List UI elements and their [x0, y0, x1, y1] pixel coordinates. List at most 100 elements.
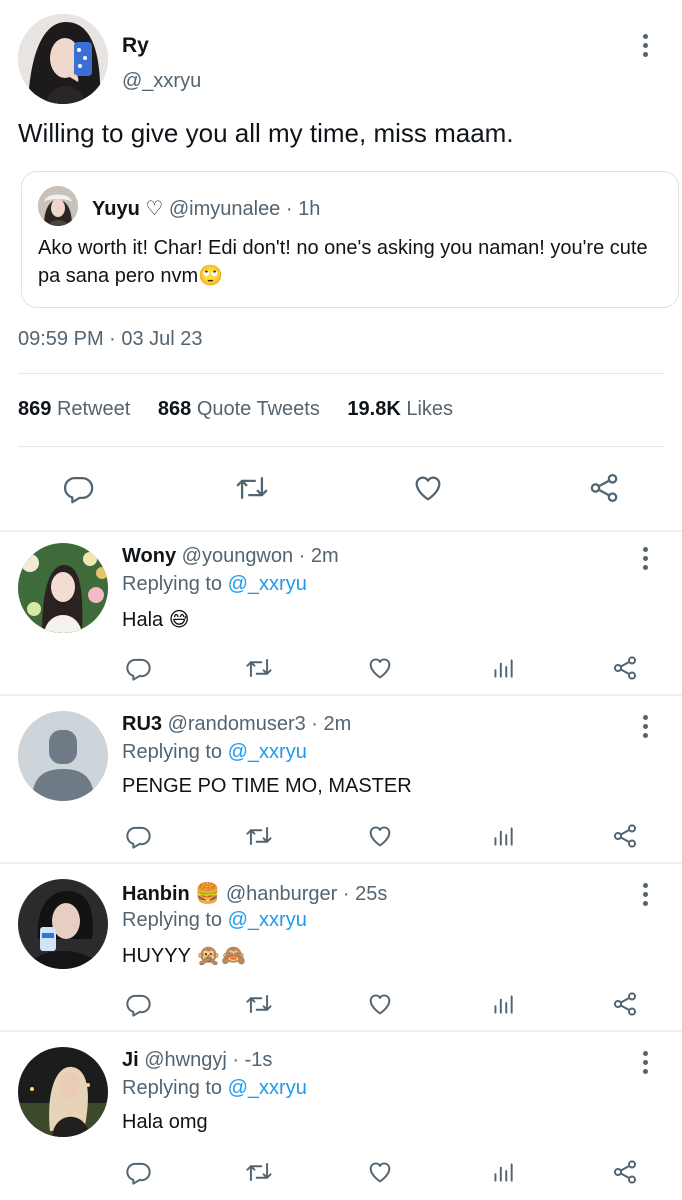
share-icon[interactable]	[608, 651, 642, 685]
replying-to: Replying to @_xxryu	[122, 573, 307, 596]
likes-count: 19.8K	[347, 398, 401, 420]
reply-text: Hala omg	[122, 1111, 208, 1133]
reply-time: · -1s	[226, 1049, 273, 1071]
like-icon[interactable]	[408, 468, 448, 508]
reply-header: RU3 @randomuser3 · 2m	[122, 713, 351, 736]
replying-handle-link[interactable]: @_xxryu	[228, 1077, 307, 1099]
reply-icon[interactable]	[121, 651, 155, 685]
replying-prefix: Replying to	[122, 1077, 228, 1099]
reply-time: · 2m	[293, 545, 339, 567]
engagement-stats: 869 Retweet 868 Quote Tweets 19.8K Likes	[18, 398, 475, 421]
reply-tweet[interactable]: Ji @hwngyj · -1s Replying to @_xxryu Hal…	[0, 1035, 682, 1200]
reply-text: PENGE PO TIME MO, MASTER	[122, 775, 412, 797]
replying-to: Replying to @_xxryu	[122, 1077, 307, 1100]
replying-prefix: Replying to	[122, 741, 228, 763]
like-icon[interactable]	[363, 819, 397, 853]
share-icon[interactable]	[584, 468, 624, 508]
reply-tweet[interactable]: RU3 @randomuser3 · 2m Replying to @_xxry…	[0, 699, 682, 865]
reply-author-handle[interactable]: @randomuser3	[168, 713, 306, 735]
quotes-count: 868	[157, 398, 192, 420]
likes-label: Likes	[406, 398, 454, 420]
tweet-timestamp: 09:59 PM · 03 Jul 23	[18, 328, 203, 350]
more-options-icon[interactable]	[633, 1047, 657, 1077]
share-icon[interactable]	[608, 819, 642, 853]
share-icon[interactable]	[608, 987, 642, 1021]
reply-action-bar	[0, 987, 682, 1021]
retweets-stat[interactable]: 869 Retweet	[18, 398, 130, 420]
avatar[interactable]	[18, 14, 108, 104]
retweet-icon[interactable]	[242, 1155, 276, 1189]
replying-handle-link[interactable]: @_xxryu	[228, 573, 307, 595]
quote-author-handle: @imyunalee	[168, 198, 281, 220]
reply-icon[interactable]	[121, 819, 155, 853]
reply-time: · 25s	[337, 883, 388, 905]
divider	[18, 373, 664, 374]
retweet-icon[interactable]	[242, 651, 276, 685]
reply-author-name[interactable]: RU3	[122, 713, 162, 735]
replying-prefix: Replying to	[122, 573, 228, 595]
like-icon[interactable]	[363, 1155, 397, 1189]
more-options-icon[interactable]	[633, 711, 657, 741]
quotes-label: Quote Tweets	[196, 398, 320, 420]
author-handle[interactable]: @_xxryu	[122, 70, 201, 93]
avatar[interactable]	[18, 711, 108, 801]
retweets-count: 869	[18, 398, 52, 420]
replying-prefix: Replying to	[122, 909, 228, 931]
reply-author-name[interactable]: Ji	[122, 1049, 139, 1071]
author-row: Ry @_xxryu	[18, 14, 664, 104]
quote-author-name: Yuyu ♡	[92, 198, 164, 220]
reply-author-name[interactable]: Wony	[122, 545, 176, 567]
replying-handle-link[interactable]: @_xxryu	[228, 741, 307, 763]
tweet-separator	[0, 1030, 682, 1032]
reply-author-handle[interactable]: @youngwon	[182, 545, 293, 567]
quote-time: · 1h	[280, 198, 321, 220]
name-emoji: 🍔	[195, 883, 221, 905]
replying-to: Replying to @_xxryu	[122, 909, 307, 932]
analytics-icon[interactable]	[486, 987, 520, 1021]
likes-stat[interactable]: 19.8K Likes	[347, 398, 453, 420]
divider	[18, 446, 664, 447]
reply-icon[interactable]	[121, 987, 155, 1021]
reply-icon[interactable]	[58, 468, 98, 508]
reply-author-handle[interactable]: @hwngyj	[144, 1049, 227, 1071]
share-icon[interactable]	[608, 1155, 642, 1189]
quote-tweets-stat[interactable]: 868 Quote Tweets	[158, 398, 320, 420]
reply-action-bar	[0, 651, 682, 685]
replying-to: Replying to @_xxryu	[122, 741, 307, 764]
like-icon[interactable]	[363, 987, 397, 1021]
reply-header: Hanbin 🍔 @hanburger · 25s	[122, 881, 387, 906]
reply-action-bar	[0, 819, 682, 853]
quote-header: Yuyu ♡ @imyunalee · 1h	[92, 196, 320, 221]
more-options-icon[interactable]	[633, 543, 657, 573]
retweet-icon[interactable]	[242, 987, 276, 1021]
reply-icon[interactable]	[121, 1155, 155, 1189]
reply-action-bar	[0, 1155, 682, 1189]
retweet-icon[interactable]	[242, 819, 276, 853]
reply-text: HUYYY 🙊🙈	[122, 945, 246, 967]
reply-author-handle[interactable]: @hanburger	[226, 883, 337, 905]
quote-text: Ako worth it! Char! Edi don't! no one's …	[38, 237, 648, 287]
reply-tweet[interactable]: Hanbin 🍔 @hanburger · 25s Replying to @_…	[0, 867, 682, 1033]
avatar[interactable]	[18, 1047, 108, 1137]
tweet-text: Willing to give you all my time, miss ma…	[18, 118, 514, 148]
reply-tweet[interactable]: Wony @youngwon · 2m Replying to @_xxryu …	[0, 531, 682, 697]
reply-author-name[interactable]: Hanbin	[122, 883, 190, 905]
tweet-separator	[0, 694, 682, 696]
reply-time: · 2m	[305, 713, 352, 735]
analytics-icon[interactable]	[486, 1155, 520, 1189]
retweet-icon[interactable]	[232, 468, 272, 508]
main-action-bar	[0, 468, 682, 508]
reply-text: Hala 😅	[122, 609, 190, 631]
like-icon[interactable]	[363, 651, 397, 685]
more-options-icon[interactable]	[633, 30, 657, 60]
avatar[interactable]	[18, 543, 108, 633]
quoted-tweet[interactable]: Yuyu ♡ @imyunalee · 1h Ako worth it! Cha…	[21, 171, 679, 308]
author-name[interactable]: Ry	[122, 34, 149, 58]
tweet-separator	[0, 862, 682, 864]
avatar[interactable]	[18, 879, 108, 969]
more-options-icon[interactable]	[633, 879, 657, 909]
analytics-icon[interactable]	[486, 819, 520, 853]
analytics-icon[interactable]	[486, 651, 520, 685]
replying-handle-link[interactable]: @_xxryu	[228, 909, 307, 931]
reply-header: Ji @hwngyj · -1s	[122, 1049, 272, 1072]
